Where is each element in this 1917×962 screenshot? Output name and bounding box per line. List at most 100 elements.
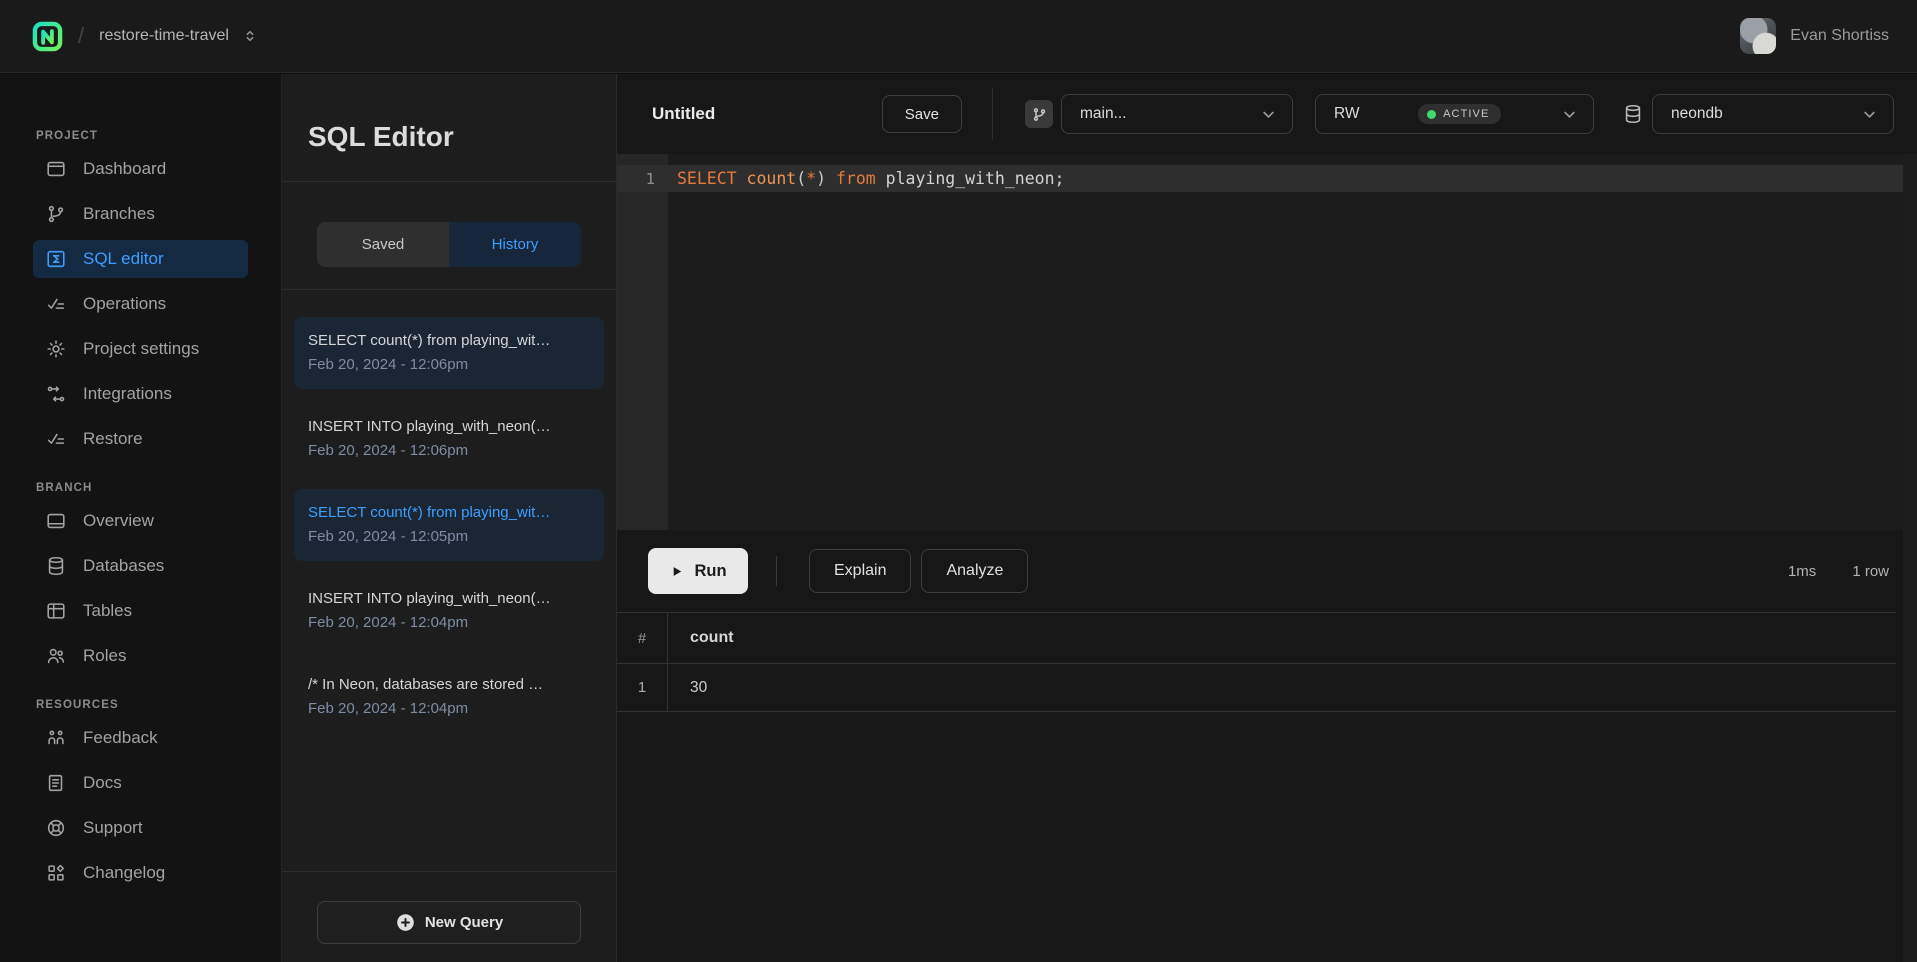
operations-icon xyxy=(45,293,67,315)
roles-icon xyxy=(45,645,67,667)
user-name[interactable]: Evan Shortiss xyxy=(1790,27,1889,45)
sidebar-item-label: SQL editor xyxy=(83,249,164,269)
settings-icon xyxy=(45,338,67,360)
editor-gutter xyxy=(617,154,668,530)
sidebar-nav: PROJECT Dashboard Branches SQL editor Operat… xyxy=(0,74,281,892)
play-icon xyxy=(669,564,684,579)
history-query-text: SELECT count(*) from playing_wit… xyxy=(308,501,590,525)
sidebar-item-label: Roles xyxy=(83,646,126,666)
code-token xyxy=(826,169,836,188)
sidebar-item-changelog[interactable]: Changelog xyxy=(33,854,248,892)
history-item[interactable]: INSERT INTO playing_with_neon(…Feb 20, 2… xyxy=(294,403,604,475)
sidebar-item-feedback[interactable]: Feedback xyxy=(33,719,248,757)
sidebar-item-dashboard[interactable]: Dashboard xyxy=(33,150,248,188)
sidebar-item-restore[interactable]: Restore xyxy=(33,420,248,458)
line-number: 1 xyxy=(617,170,668,188)
sidebar-item-sql-editor[interactable]: SQL editor xyxy=(33,240,248,278)
breadcrumb-separator: / xyxy=(78,23,84,49)
plus-circle-icon xyxy=(395,912,416,933)
branch-select-value: main... xyxy=(1080,105,1127,123)
sidebar-item-docs[interactable]: Docs xyxy=(33,764,248,802)
history-timestamp: Feb 20, 2024 - 12:04pm xyxy=(308,697,590,721)
history-timestamp: Feb 20, 2024 - 12:05pm xyxy=(308,525,590,549)
sidebar-item-databases[interactable]: Databases xyxy=(33,547,248,585)
query-duration: 1ms xyxy=(1788,563,1816,580)
code-content: SELECT count(*) from playing_with_neon; xyxy=(668,169,1064,188)
panel-tabs: SavedHistory xyxy=(317,222,581,267)
sidebar-item-support[interactable]: Support xyxy=(33,809,248,847)
result-row[interactable]: 130 xyxy=(617,664,1896,712)
branches-icon xyxy=(45,203,67,225)
sidebar-item-project-settings[interactable]: Project settings xyxy=(33,330,248,368)
chevron-down-icon xyxy=(1560,105,1579,124)
explain-button[interactable]: Explain xyxy=(809,549,911,593)
top-bar: / restore-time-travel Evan Shortiss xyxy=(0,0,1917,73)
sidebar-item-label: Overview xyxy=(83,511,154,531)
sidebar-item-label: Operations xyxy=(83,294,166,314)
history-timestamp: Feb 20, 2024 - 12:06pm xyxy=(308,439,590,463)
sidebar-section-title: RESOURCES xyxy=(33,699,248,711)
sidebar-item-roles[interactable]: Roles xyxy=(33,637,248,675)
sidebar-item-branches[interactable]: Branches xyxy=(33,195,248,233)
tab-history[interactable]: History xyxy=(449,222,581,267)
sidebar-item-label: Support xyxy=(83,818,143,838)
user-avatar[interactable] xyxy=(1740,18,1776,54)
chevron-down-icon xyxy=(1259,105,1278,124)
history-timestamp: Feb 20, 2024 - 12:06pm xyxy=(308,353,590,377)
neon-console: { "topbar": { "project_name": "restore-t… xyxy=(0,0,1917,962)
history-item[interactable]: INSERT INTO playing_with_neon(…Feb 20, 2… xyxy=(294,575,604,647)
run-button[interactable]: Run xyxy=(648,548,748,594)
code-token: playing_with_neon; xyxy=(876,169,1065,188)
connection-controls: main... RW ACTIVE xyxy=(993,74,1917,154)
tables-icon xyxy=(45,600,67,622)
database-select[interactable]: neondb xyxy=(1652,94,1894,134)
neon-logo-icon[interactable] xyxy=(32,21,63,52)
compute-select[interactable]: RW ACTIVE xyxy=(1315,94,1594,134)
sidebar-item-label: Changelog xyxy=(83,863,165,883)
code-line: 1 SELECT count(*) from playing_with_neon… xyxy=(617,165,1917,192)
compute-status-badge: ACTIVE xyxy=(1418,104,1501,124)
sidebar-item-integrations[interactable]: Integrations xyxy=(33,375,248,413)
sidebar-section-title: BRANCH xyxy=(33,482,248,494)
query-row-count: 1 row xyxy=(1852,563,1889,580)
sidebar-item-operations[interactable]: Operations xyxy=(33,285,248,323)
code-token: from xyxy=(836,169,876,188)
scrollbar[interactable] xyxy=(1903,154,1917,962)
project-switcher[interactable]: restore-time-travel xyxy=(99,27,258,45)
tab-saved[interactable]: Saved xyxy=(317,222,449,267)
sql-editor-panel: SQL Editor SavedHistory SELECT count(*) … xyxy=(281,74,617,962)
main-area: Untitled Save main... RW ACTI xyxy=(617,74,1917,962)
run-label: Run xyxy=(694,562,726,581)
panel-tabs-wrap: SavedHistory xyxy=(282,201,616,290)
code-token: SELECT xyxy=(677,169,737,188)
sidebar-item-overview[interactable]: Overview xyxy=(33,502,248,540)
sidebar-item-label: Dashboard xyxy=(83,159,166,179)
panel-footer: New Query xyxy=(282,871,616,962)
history-query-text: INSERT INTO playing_with_neon(… xyxy=(308,415,590,439)
branch-select[interactable]: main... xyxy=(1061,94,1293,134)
code-token xyxy=(737,169,747,188)
history-query-text: INSERT INTO playing_with_neon(… xyxy=(308,587,590,611)
sidebar-item-label: Tables xyxy=(83,601,132,621)
sidebar-item-label: Project settings xyxy=(83,339,199,359)
results-col-index: # xyxy=(617,613,668,663)
history-item[interactable]: /* In Neon, databases are stored …Feb 20… xyxy=(294,661,604,733)
history-list: SELECT count(*) from playing_wit…Feb 20,… xyxy=(282,290,616,733)
history-item[interactable]: SELECT count(*) from playing_wit…Feb 20,… xyxy=(294,489,604,561)
code-token: ) xyxy=(816,169,826,188)
changelog-icon xyxy=(45,862,67,884)
compute-status-label: ACTIVE xyxy=(1443,108,1489,120)
compute-select-value: RW xyxy=(1334,105,1360,123)
save-button[interactable]: Save xyxy=(882,95,962,133)
branch-icon xyxy=(1025,100,1053,128)
sql-editor-icon xyxy=(45,248,67,270)
chevron-updown-icon xyxy=(242,28,258,44)
sidebar-section-title: PROJECT xyxy=(33,130,248,142)
code-editor[interactable]: 1 SELECT count(*) from playing_with_neon… xyxy=(617,154,1917,530)
history-item[interactable]: SELECT count(*) from playing_wit…Feb 20,… xyxy=(294,317,604,389)
sidebar-item-label: Branches xyxy=(83,204,155,224)
results-header-row: #count xyxy=(617,613,1896,664)
new-query-button[interactable]: New Query xyxy=(317,901,581,944)
analyze-button[interactable]: Analyze xyxy=(921,549,1028,593)
sidebar-item-tables[interactable]: Tables xyxy=(33,592,248,630)
